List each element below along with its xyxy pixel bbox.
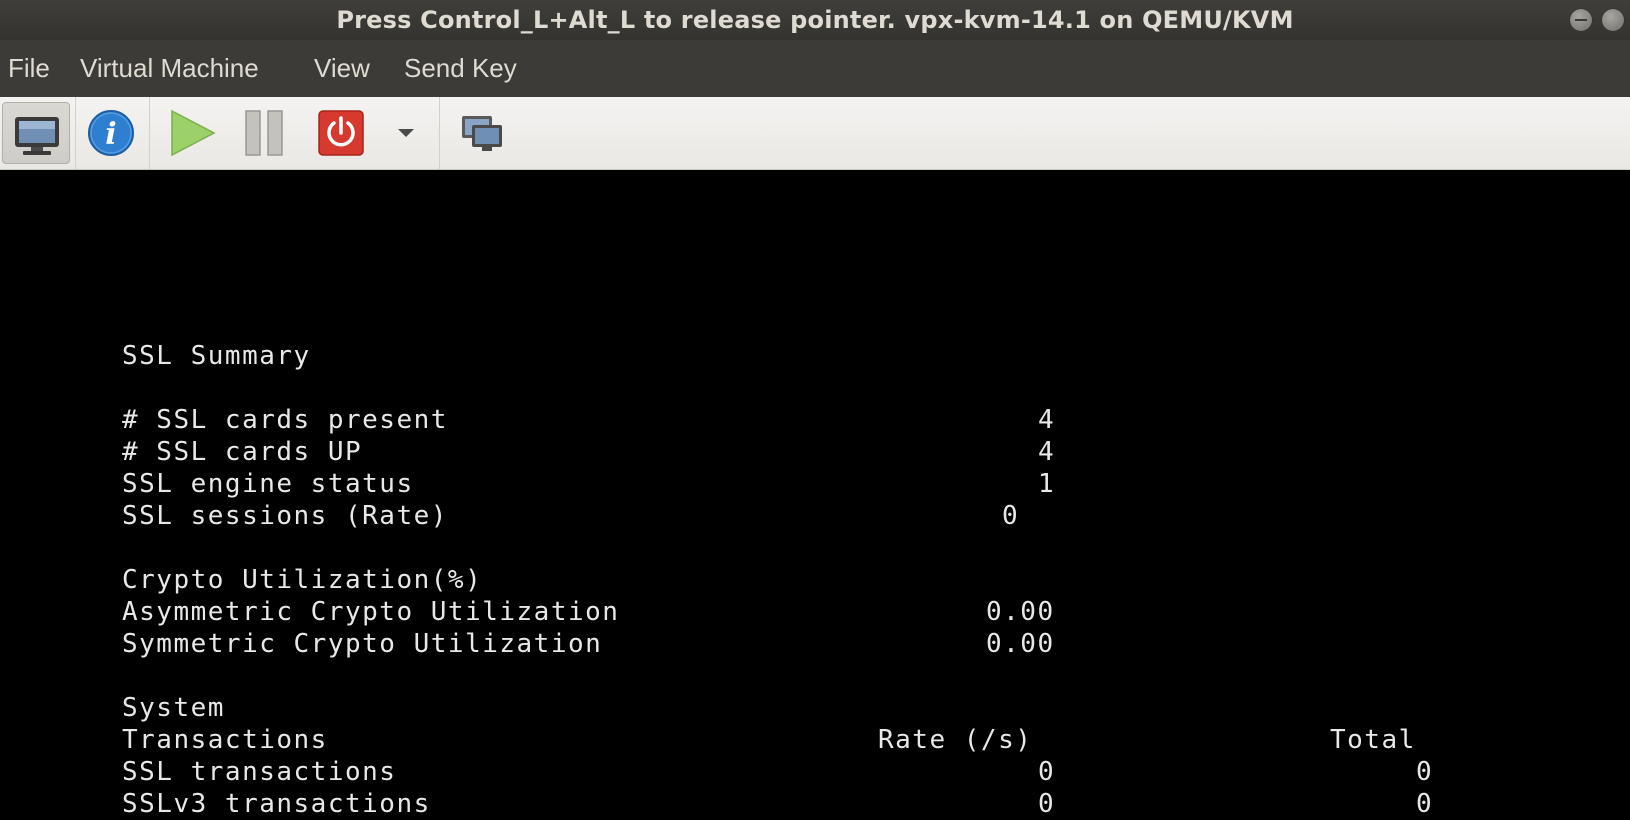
sym-label: Symmetric Crypto Utilization: [122, 629, 603, 659]
toolbar: i: [0, 97, 1630, 170]
sessions-label: SSL sessions (Rate): [122, 501, 448, 531]
snapshots-button[interactable]: [451, 102, 517, 164]
pause-icon: [245, 110, 283, 156]
menu-virtual-machine[interactable]: Virtual Machine: [80, 40, 259, 97]
cards-up-value: 4: [1038, 437, 1056, 467]
asym-label: Asymmetric Crypto Utilization: [122, 597, 620, 627]
minimize-icon: [1575, 19, 1587, 21]
ssl-summary-title: SSL Summary: [122, 341, 311, 371]
toolbar-separator: [149, 97, 150, 169]
ssl-transactions-rate: 0: [1038, 757, 1056, 787]
power-icon: [318, 110, 364, 156]
engine-status-value: 1: [1038, 469, 1056, 499]
asym-value: 0.00: [986, 597, 1055, 627]
minimize-button[interactable]: [1569, 8, 1593, 32]
run-button[interactable]: [158, 102, 224, 164]
monitor-icon: [15, 117, 59, 155]
menu-bar: File Virtual Machine View Send Key: [0, 40, 1630, 97]
transactions-label: Transactions: [122, 725, 328, 755]
sslv3-transactions-label: SSLv3 transactions: [122, 789, 431, 819]
snapshot-icon: [462, 116, 502, 151]
cards-present-label: # SSL cards present: [122, 405, 448, 435]
pause-button[interactable]: [232, 102, 298, 164]
total-header: Total: [1330, 725, 1416, 755]
toolbar-separator: [439, 97, 440, 169]
menu-file[interactable]: File: [8, 40, 50, 97]
crypto-title: Crypto Utilization(%): [122, 565, 483, 595]
title-bar: Press Control_L+Alt_L to release pointer…: [0, 0, 1630, 40]
ssl-transactions-total: 0: [1416, 757, 1434, 787]
vm-console[interactable]: SSL Summary # SSL cards present 4 # SSL …: [0, 170, 1630, 820]
sessions-value: 0: [1002, 501, 1020, 531]
vm-viewer-window: Press Control_L+Alt_L to release pointer…: [0, 0, 1630, 820]
sslv3-transactions-rate: 0: [1038, 789, 1056, 819]
console-button[interactable]: [2, 102, 70, 164]
play-icon: [171, 109, 216, 157]
dropdown-arrow-icon: [398, 129, 414, 137]
window-title: Press Control_L+Alt_L to release pointer…: [336, 6, 1294, 34]
system-title: System: [122, 693, 225, 723]
info-icon: i: [88, 110, 134, 156]
cards-up-label: # SSL cards UP: [122, 437, 363, 467]
menu-view[interactable]: View: [314, 40, 370, 97]
shutdown-button[interactable]: [308, 102, 374, 164]
sym-value: 0.00: [986, 629, 1055, 659]
details-button[interactable]: i: [78, 102, 144, 164]
cards-present-value: 4: [1038, 405, 1056, 435]
maximize-button[interactable]: [1601, 8, 1625, 32]
engine-status-label: SSL engine status: [122, 469, 414, 499]
sslv3-transactions-total: 0: [1416, 789, 1434, 819]
toolbar-separator: [75, 97, 76, 169]
rate-header: Rate (/s): [878, 725, 1033, 755]
shutdown-menu-button[interactable]: [388, 102, 424, 164]
svg-text:i: i: [105, 117, 116, 152]
ssl-transactions-label: SSL transactions: [122, 757, 397, 787]
menu-send-key[interactable]: Send Key: [404, 40, 517, 97]
